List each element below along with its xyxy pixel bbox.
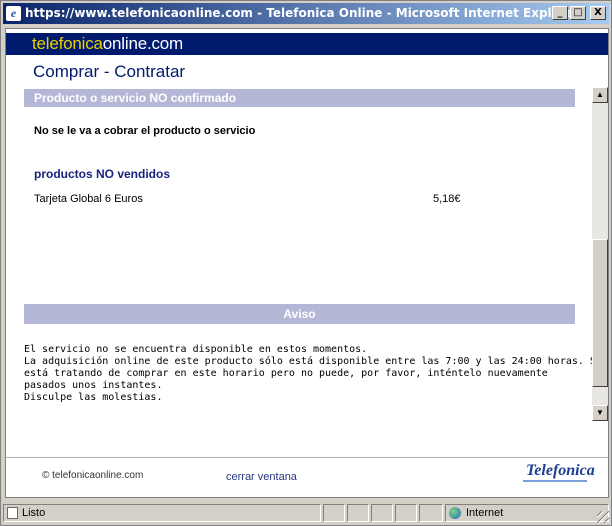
resize-grip[interactable] [597, 511, 609, 523]
telefonica-logo: Telefonica [526, 462, 595, 479]
status-panel-empty-3 [371, 504, 393, 522]
scroll-frame: Producto o servicio NO confirmado No se … [6, 87, 608, 421]
status-panel-empty-4 [395, 504, 417, 522]
product-price: 5,18€ [433, 193, 461, 205]
scroll-down-button[interactable]: ▼ [592, 405, 608, 421]
status-panel-empty-5 [419, 504, 443, 522]
close-button[interactable]: X [590, 6, 606, 20]
brand-bar: telefonicaonline.com [6, 33, 608, 55]
scroll-thumb[interactable] [592, 239, 608, 387]
close-window-link[interactable]: cerrar ventana [226, 471, 297, 483]
minimize-button[interactable]: _ [552, 6, 568, 20]
section-header-not-confirmed: Producto o servicio NO confirmado [24, 89, 575, 107]
status-text: Listo [22, 507, 46, 519]
product-name: Tarjeta Global 6 Euros [34, 193, 143, 205]
footer-divider [6, 457, 608, 458]
page-title: Comprar - Contratar [33, 62, 186, 81]
page-icon [7, 507, 18, 520]
brand-logo: telefonicaonline.com [32, 34, 184, 53]
status-panel-empty-2 [347, 504, 369, 522]
browser-window: e https://www.telefonicaonline.com - Tel… [0, 0, 612, 526]
products-heading: productos NO vendidos [34, 167, 171, 181]
status-bar: Listo Internet [3, 503, 609, 523]
status-panel: Listo [3, 504, 321, 522]
window-title: https://www.telefonicaonline.com - Telef… [25, 6, 580, 20]
globe-icon [449, 507, 461, 520]
no-charge-notice: No se le va a cobrar el producto o servi… [34, 125, 256, 137]
zone-panel: Internet [445, 504, 609, 522]
logo-underline [523, 480, 587, 482]
zone-text: Internet [466, 507, 504, 519]
copyright-text: © telefonicaonline.com [42, 470, 144, 481]
page-content: telefonicaonline.com Comprar - Contratar… [5, 28, 609, 498]
vertical-scrollbar[interactable]: ▲ ▼ [592, 87, 608, 421]
internet-explorer-icon[interactable]: e [6, 6, 21, 21]
status-panel-empty-1 [323, 504, 345, 522]
aviso-message: El servicio no se encuentra disponible e… [24, 344, 602, 403]
window-controls: _ □ X [552, 6, 606, 20]
scroll-up-button[interactable]: ▲ [592, 87, 608, 103]
title-bar[interactable]: e https://www.telefonicaonline.com - Tel… [3, 3, 609, 24]
section-header-aviso: Aviso [24, 304, 575, 324]
maximize-button[interactable]: □ [570, 6, 586, 20]
